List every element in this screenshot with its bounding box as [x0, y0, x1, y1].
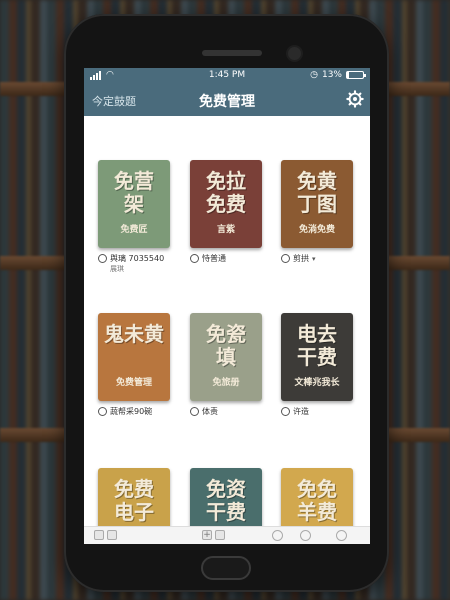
cover-title-line2: 干费	[206, 500, 246, 524]
book-cover[interactable]: 免费 电子	[98, 468, 170, 528]
alarm-icon: ◷	[310, 70, 318, 80]
navigation-bar: 今定鼓题 免费管理	[84, 84, 370, 116]
book-caption-secondary: 展琪	[110, 265, 124, 273]
cover-title-line2: 免费	[206, 192, 246, 216]
add-icon[interactable]: +	[202, 530, 225, 540]
book-cover[interactable]: 免营架免费匠	[98, 160, 170, 248]
book-tile[interactable]: 免营架免费匠舆璃 7035540 展琪	[98, 160, 170, 274]
book-cover[interactable]: 电去 干费 文棒兆我长	[281, 313, 353, 401]
book-tile[interactable]: 免拉 免费言紫恃普通	[190, 160, 262, 264]
cover-title-line1: 电去	[297, 322, 337, 346]
cover-title-line1: 免费	[114, 477, 154, 501]
book-caption-text: 蔬帮采90碗	[110, 407, 153, 416]
chevron-down-icon[interactable]: ▾	[312, 255, 316, 263]
cover-title-line1: 免黄	[297, 169, 337, 193]
book-caption-text: 剪拱	[293, 254, 309, 263]
info-icon[interactable]	[300, 530, 311, 541]
person-icon	[98, 407, 107, 416]
book-cover[interactable]: 免瓷填免旅册	[190, 313, 262, 401]
book-tile[interactable]: 电去 干费文棒兆我长许造	[281, 313, 353, 417]
book-caption-text: 恃普通	[202, 254, 226, 263]
book-caption: 蔬帮采90碗	[98, 406, 170, 417]
circle-icon[interactable]	[272, 530, 283, 541]
cover-title-line2: 羊费	[297, 500, 337, 524]
page-title: 免费管理	[199, 94, 255, 110]
brush-icon	[190, 254, 199, 263]
person-icon	[281, 407, 290, 416]
book-cover[interactable]: 免黄 丁图 免淌免费	[281, 160, 353, 248]
book-tile[interactable]: 免免 羊费	[281, 468, 353, 528]
book-grid: 免营架免费匠 舆璃 7035540 展琪 免拉 免费 言紫 恃普通 免黄 丁图 免淌免费 剪拱 ▾ 鬼未…	[84, 116, 370, 528]
cover-title-line1: 免瓷	[206, 322, 246, 346]
cover-title-line2: 架	[124, 192, 144, 216]
book-caption: 许造	[281, 406, 353, 417]
battery-icon	[346, 71, 366, 79]
cover-subtitle: 免淌免费	[298, 225, 335, 235]
cover-title-line1: 免资	[206, 477, 246, 501]
cover-subtitle: 免费匠	[120, 225, 148, 235]
book-cover[interactable]: 免免 羊费	[281, 468, 353, 528]
cover-title-line1: 鬼未黄	[104, 322, 164, 346]
book-caption: 恃普通	[190, 253, 262, 264]
battery-percent: 13%	[321, 70, 342, 80]
cover-subtitle: 言紫	[216, 225, 235, 235]
cover-title-line1: 免营	[114, 169, 154, 193]
person-icon	[98, 254, 107, 263]
cover-title-line2: 干费	[297, 345, 337, 369]
book-caption-text: 许造	[293, 407, 309, 416]
book-cover[interactable]: 鬼未黄 免费管理	[98, 313, 170, 401]
cover-title-line2: 电子	[114, 500, 154, 524]
grid-icon[interactable]	[94, 530, 117, 540]
book-tile[interactable]: 免瓷填免旅册体责	[190, 313, 262, 417]
cover-subtitle: 文棒兆我长	[294, 378, 340, 388]
book-tile[interactable]: 免资 干费	[190, 468, 262, 528]
share-icon[interactable]	[336, 530, 347, 541]
bottom-toolbar: +	[84, 526, 370, 544]
book-caption-text: 舆璃 7035540	[110, 254, 165, 263]
arrow-icon	[190, 407, 199, 416]
book-tile[interactable]: 鬼未黄免费管理蔬帮采90碗	[98, 313, 170, 417]
book-cover[interactable]: 免拉 免费 言紫	[190, 160, 262, 248]
cover-title-line2: 丁图	[297, 192, 337, 216]
cover-subtitle: 免费管理	[115, 378, 152, 388]
cover-title-line2: 填	[216, 345, 236, 369]
gear-icon[interactable]	[346, 90, 364, 108]
book-cover[interactable]: 免资 干费	[190, 468, 262, 528]
book-tile[interactable]: 免费 电子	[98, 468, 170, 528]
book-caption: 体责	[190, 406, 262, 417]
front-camera	[288, 47, 301, 60]
cover-subtitle: 免旅册	[212, 378, 240, 388]
book-tile[interactable]: 免黄 丁图免淌免费剪拱 ▾	[281, 160, 353, 264]
earpiece-speaker	[202, 50, 262, 56]
phone-device: ◠ 1:45 PM ◷ 13% 今定鼓题 免费管理 免营 架 免费匠 舆璃 70…	[64, 14, 389, 592]
person-icon	[281, 254, 290, 263]
status-bar: ◠ 1:45 PM ◷ 13%	[84, 68, 370, 84]
book-caption: 剪拱 ▾	[281, 253, 353, 264]
phone-screen: ◠ 1:45 PM ◷ 13% 今定鼓题 免费管理 免营 架 免费匠 舆璃 70…	[84, 68, 370, 544]
book-caption: 舆璃 7035540	[98, 253, 170, 264]
book-caption-text: 体责	[202, 407, 218, 416]
cover-title-line1: 免拉	[206, 169, 246, 193]
home-button[interactable]	[201, 556, 251, 580]
cover-title-line1: 免免	[297, 477, 337, 501]
